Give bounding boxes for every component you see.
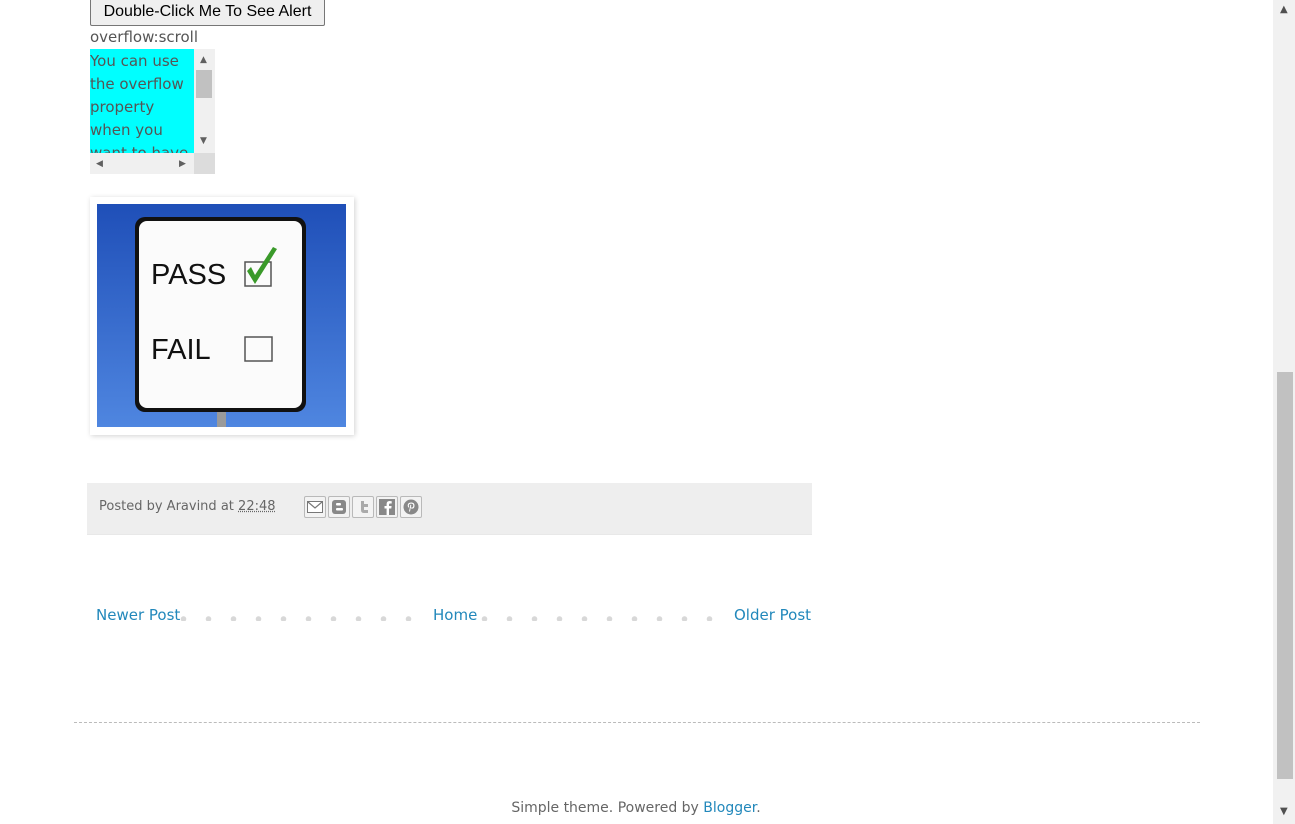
overflow-scroll-box[interactable]: You can use the overflow property when y… bbox=[90, 49, 215, 174]
author-name: Aravind bbox=[166, 499, 217, 514]
scroll-up-arrow-icon[interactable]: ▲ bbox=[200, 55, 207, 65]
newer-post-link[interactable]: Newer Post bbox=[96, 606, 180, 624]
overflow-scroll-text: You can use the overflow property when y… bbox=[90, 49, 194, 154]
scroll-left-arrow-icon[interactable]: ◀ bbox=[96, 159, 103, 169]
pager-dots-right bbox=[472, 616, 722, 621]
blogger-link[interactable]: Blogger bbox=[703, 800, 756, 816]
email-icon[interactable] bbox=[304, 496, 326, 518]
page-scrollbar[interactable]: ▲ ▼ bbox=[1273, 0, 1295, 824]
share-buttons bbox=[304, 496, 424, 518]
twitter-icon[interactable] bbox=[352, 496, 374, 518]
pager-dots-left bbox=[171, 616, 421, 621]
double-click-alert-button[interactable]: Double-Click Me To See Alert bbox=[90, 0, 325, 26]
vertical-scrollbar-thumb[interactable] bbox=[196, 70, 212, 98]
post-byline: Posted by Aravind at 22:48 bbox=[99, 499, 276, 514]
page-scroll-down-arrow-icon[interactable]: ▼ bbox=[1280, 806, 1288, 817]
facebook-icon[interactable] bbox=[376, 496, 398, 518]
scrollbar-corner bbox=[194, 153, 215, 174]
footer-divider bbox=[74, 722, 1200, 723]
fail-sign-label: FAIL bbox=[151, 334, 211, 366]
older-post-link[interactable]: Older Post bbox=[734, 606, 811, 624]
home-link[interactable]: Home bbox=[433, 606, 477, 624]
post-timestamp-link[interactable]: 22:48 bbox=[238, 499, 275, 514]
pass-fail-image: PASS FAIL bbox=[90, 197, 354, 435]
theme-attribution: Simple theme. Powered by Blogger. bbox=[511, 800, 761, 816]
scroll-down-arrow-icon[interactable]: ▼ bbox=[200, 136, 207, 146]
pass-fail-sign-picture: PASS FAIL bbox=[97, 204, 346, 427]
pass-sign-label: PASS bbox=[151, 259, 226, 291]
page-scrollbar-thumb[interactable] bbox=[1277, 372, 1293, 779]
overflow-scroll-label: overflow:scroll bbox=[90, 28, 198, 46]
pinterest-icon[interactable] bbox=[400, 496, 422, 518]
scroll-right-arrow-icon[interactable]: ▶ bbox=[179, 159, 186, 169]
post-footer: Posted by Aravind at 22:48 bbox=[87, 483, 812, 535]
blogger-icon[interactable] bbox=[328, 496, 350, 518]
page-scroll-up-arrow-icon[interactable]: ▲ bbox=[1280, 4, 1288, 15]
